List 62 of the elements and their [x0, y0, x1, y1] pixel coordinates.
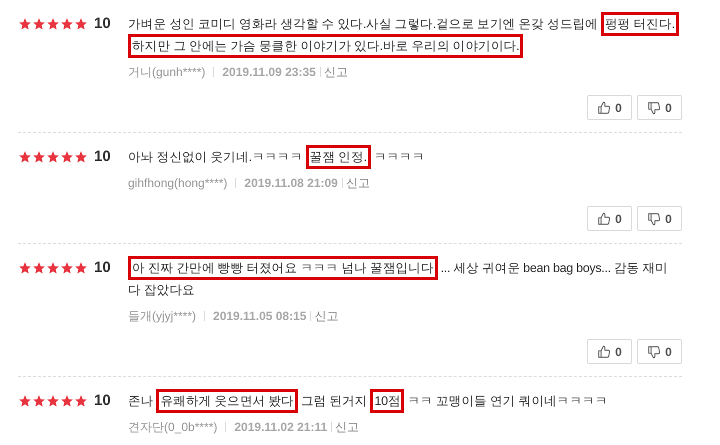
star-icon	[74, 394, 88, 408]
review-text: 다 잡았다요	[128, 282, 195, 299]
star-icon	[74, 261, 88, 275]
thumbs-up-icon	[597, 100, 612, 114]
like-button[interactable]: 0	[587, 95, 632, 120]
rating-score: 10	[94, 258, 111, 278]
author-name: 들개(yjyj****)	[128, 308, 196, 325]
review-date: 2019.11.08 21:09	[244, 175, 338, 192]
report-link[interactable]: 신고	[314, 307, 338, 325]
review-text: ㅋㅋㅋㅋ	[374, 149, 425, 166]
review-text: 아놔 정신없이 웃기네.ㅋㅋㅋㅋ	[128, 149, 303, 166]
star-icon	[46, 394, 60, 408]
star-icon	[60, 261, 74, 275]
thumbs-down-icon	[647, 100, 662, 114]
dislike-button[interactable]: 0	[637, 95, 682, 120]
star-icon	[18, 261, 32, 275]
review-date: 2019.11.05 08:15	[213, 308, 306, 325]
star-icon	[18, 150, 32, 164]
star-icon	[46, 150, 60, 164]
review-text: 가벼운 성인 코미디 영화라 생각할 수 있다.사실 그렇다.겉으로 보기엔 온갖 성드립에	[128, 16, 598, 33]
like-button[interactable]: 0	[587, 339, 632, 364]
star-icon	[60, 17, 74, 31]
review-text: 존나	[128, 393, 154, 410]
star-icon	[46, 261, 60, 275]
report-link[interactable]: 신고	[324, 63, 348, 81]
star-icon	[74, 150, 88, 164]
rating-score: 10	[94, 14, 111, 34]
review-text: 그럼 된거지	[300, 393, 368, 410]
highlighted-text: 10점	[370, 389, 404, 413]
star-icon	[18, 17, 32, 31]
star-icon	[32, 394, 46, 408]
highlighted-text: 꿀잼 인정.	[306, 145, 371, 169]
star-icon	[32, 261, 46, 275]
highlighted-text: 아 진짜 간만에 빵빵 터졌어요 ㅋㅋㅋ 넘나 꿀잼입니다	[128, 256, 438, 280]
thumbs-up-icon	[597, 212, 612, 226]
highlighted-text: 펑펑 터진다.	[600, 12, 679, 36]
like-button[interactable]: 0	[587, 206, 632, 231]
star-icon	[74, 17, 88, 31]
highlighted-text: 하지만 그 안에는 가슴 뭉클한 이야기가 있다.바로 우리의 이야기이다.	[128, 34, 524, 58]
star-icon	[32, 150, 46, 164]
thumbs-up-icon	[597, 344, 612, 358]
author-name: gihfhong(hong****)	[128, 175, 228, 192]
star-icon	[60, 394, 74, 408]
dislike-button[interactable]: 0	[637, 206, 682, 231]
review-text: ㅋㅋ 꼬맹이들 연기 쿼이네ㅋㅋㅋㅋ	[407, 393, 608, 410]
rating-score: 10	[94, 146, 111, 167]
review-date: 2019.11.02 21:11	[234, 419, 328, 436]
review-date: 2019.11.09 23:35	[222, 64, 316, 81]
star-icon	[46, 17, 60, 31]
highlighted-text: 유쾌하게 웃으면서 봤다	[156, 389, 298, 413]
dislike-button[interactable]: 0	[637, 339, 682, 364]
rating-score: 10	[94, 390, 111, 411]
thumbs-down-icon	[647, 212, 662, 226]
author-name: 거니(gunh****)	[128, 64, 206, 81]
star-icon	[18, 394, 32, 408]
thumbs-down-icon	[647, 344, 662, 358]
report-link[interactable]: 신고	[346, 174, 370, 192]
review-text: ... 세상 귀여운 bean bag boys... 감동 재미	[440, 260, 668, 277]
star-icon	[60, 150, 74, 164]
report-link[interactable]: 신고	[335, 418, 360, 436]
star-icon	[32, 17, 46, 31]
author-name: 견자단(0_0b****)	[128, 419, 218, 436]
